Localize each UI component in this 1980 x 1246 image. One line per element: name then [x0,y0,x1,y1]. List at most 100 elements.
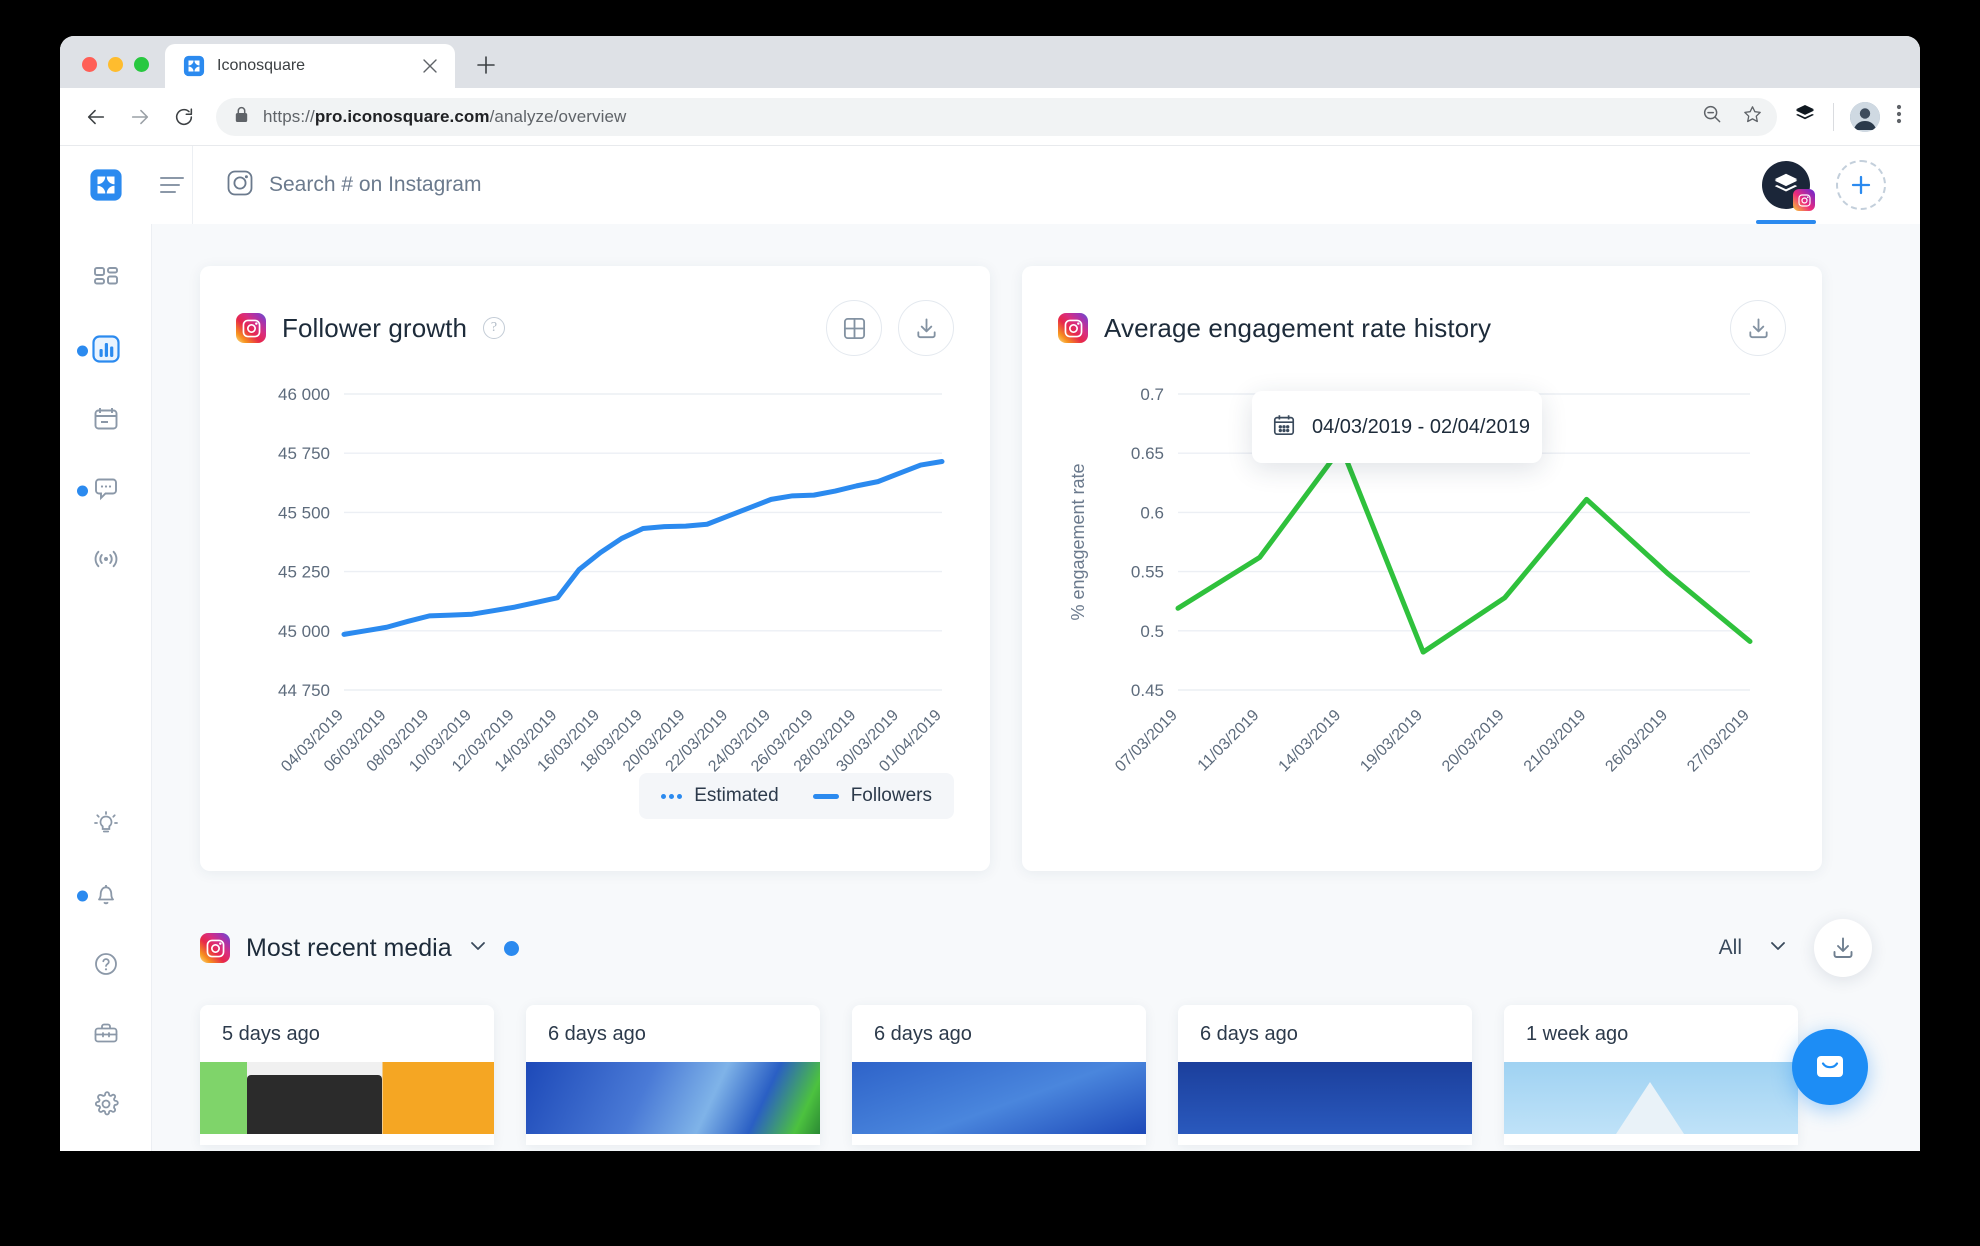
sidebar-notification-dot [77,890,88,902]
media-thumbnail[interactable] [200,1062,494,1134]
bar-chart-icon [90,333,122,370]
account-switcher[interactable] [1756,161,1816,224]
media-thumbnail[interactable] [526,1062,820,1134]
kebab-menu-icon[interactable] [1896,102,1902,131]
broadcast-icon [91,544,121,579]
chart-series-line [1175,444,1753,655]
date-range-picker[interactable]: 04/03/2019 - 02/04/2019 [1252,391,1542,463]
media-card[interactable]: 1 week ago [1504,1005,1798,1145]
forward-arrow-icon[interactable] [118,95,162,139]
y-axis-tick-label: 0.6 [1140,503,1164,522]
browser-tab[interactable]: Iconosquare [165,44,455,88]
chart-series-line [341,458,945,637]
media-card[interactable]: 5 days ago [200,1005,494,1145]
calendar-icon [1272,413,1296,442]
media-thumbnail[interactable] [1178,1062,1472,1134]
follower-growth-plot: 44 75045 00045 25045 50045 75046 00004/0… [278,385,945,775]
active-account-indicator [1756,220,1816,224]
sidebar-item-notifications[interactable] [60,861,151,931]
date-range-value: 04/03/2019 - 02/04/2019 [1312,415,1530,438]
card-actions [1730,300,1786,356]
media-card[interactable]: 6 days ago [526,1005,820,1145]
hamburger-icon[interactable] [152,176,192,194]
app-logo[interactable] [60,168,152,202]
maximize-window-button[interactable] [134,57,149,72]
sidebar-item-toolbox[interactable] [60,1001,151,1071]
media-thumbnail[interactable] [852,1062,1146,1134]
profile-avatar[interactable] [1850,101,1880,132]
new-tab-button[interactable] [467,46,505,84]
search-input[interactable]: Search # on Instagram [193,170,481,201]
lightbulb-icon [92,810,120,843]
legend-item-followers[interactable]: Followers [812,785,932,807]
sidebar-item-settings[interactable] [60,1071,151,1141]
legend-label: Estimated [694,785,779,806]
add-account-button[interactable] [1836,160,1886,210]
card-header: Follower growth ? [236,300,954,356]
media-card-date: 6 days ago [548,1023,646,1045]
media-card-date: 6 days ago [1200,1023,1298,1045]
y-axis-label: % engagement rate [1068,463,1088,620]
sidebar-item-help[interactable] [60,931,151,1001]
main-content: Follower growth ? 44 750 45 000 45 250 4… [152,224,1920,1151]
gear-icon [92,1090,120,1123]
star-icon[interactable] [1742,104,1763,130]
app-header-actions [1756,160,1886,224]
media-thumbnail[interactable] [1504,1062,1798,1134]
media-card[interactable]: 6 days ago [1178,1005,1472,1145]
media-card-date: 5 days ago [222,1023,320,1045]
zoom-out-icon[interactable] [1702,104,1722,129]
page-title: Follower growth [282,312,468,343]
question-mark-icon[interactable]: ? [483,317,506,339]
media-filter-label[interactable]: All [1719,936,1742,960]
x-axis-tick-label: 20/03/2019 [1439,707,1508,776]
minimize-window-button[interactable] [108,57,123,72]
comment-bubble-icon [92,475,120,508]
chevron-down-icon[interactable] [1768,936,1788,961]
download-icon[interactable] [1730,300,1786,356]
chevron-down-icon[interactable] [468,936,488,961]
instagram-icon [236,313,266,343]
close-icon[interactable] [419,55,441,77]
media-card-date: 1 week ago [1526,1023,1629,1045]
media-section-actions: All [1719,919,1872,977]
reload-icon[interactable] [162,95,206,139]
search-placeholder: Search # on Instagram [269,173,482,196]
sidebar-item-dashboard[interactable] [60,246,151,316]
x-axis-tick-label: 19/03/2019 [1357,707,1426,776]
x-axis-tick-label: 27/03/2019 [1684,707,1753,776]
instagram-icon [227,170,253,201]
sidebar-item-listening[interactable] [60,526,151,596]
chart-legend: Estimated Followers [639,773,954,819]
address-bar[interactable]: https://pro.iconosquare.com/analyze/over… [216,97,1777,136]
back-arrow-icon[interactable] [74,95,118,139]
download-icon[interactable] [898,300,954,356]
charts-row: Follower growth ? 44 750 45 000 45 250 4… [200,266,1872,871]
close-window-button[interactable] [82,57,97,72]
sidebar-item-scheduler[interactable] [60,386,151,456]
media-card[interactable]: 6 days ago [852,1005,1146,1145]
status-badge [503,940,519,956]
sidebar-item-analytics[interactable] [60,316,151,386]
browser-tab-strip: Iconosquare [60,36,1920,88]
browser-toolbar-actions [1787,101,1902,132]
engagement-rate-card: Average engagement rate history % engage… [1022,266,1822,871]
media-section-header: Most recent media All [200,919,1872,977]
x-axis-tick-label: 11/03/2019 [1195,707,1263,775]
window-controls[interactable] [60,57,165,88]
y-axis-tick-label: 44 750 [278,681,330,700]
sidebar-item-insights[interactable] [60,791,151,861]
legend-item-estimated[interactable]: Estimated [661,785,779,807]
iconosquare-logo-icon [89,168,123,202]
briefcase-icon [92,1020,120,1053]
follower-growth-card: Follower growth ? 44 750 45 000 45 250 4… [200,266,990,871]
download-icon[interactable] [1814,919,1872,977]
card-actions [826,300,954,356]
table-grid-icon[interactable] [826,300,882,356]
sidebar-item-conversations[interactable] [60,456,151,526]
page-title: Average engagement rate history [1104,312,1492,343]
chat-launcher-icon[interactable] [1792,1029,1868,1105]
buffer-extension-icon[interactable] [1793,102,1817,131]
sidebar-bottom-group [60,791,151,1141]
bell-icon [92,880,120,913]
